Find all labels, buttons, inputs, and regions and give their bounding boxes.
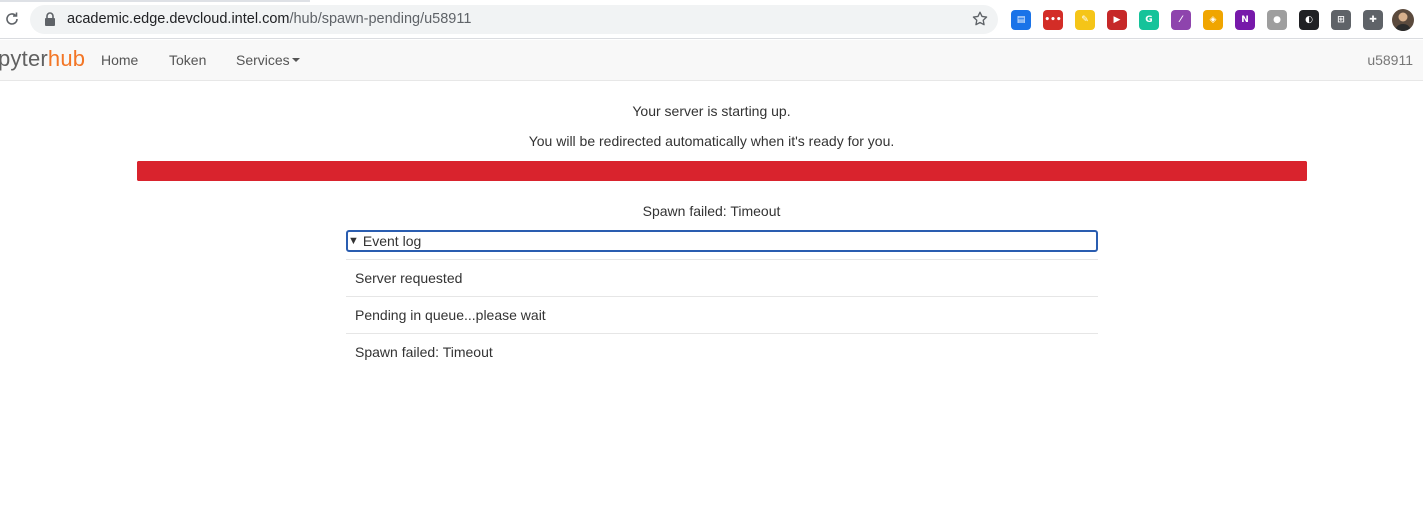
puzzle-extensions-icon[interactable]: ✚ (1363, 10, 1383, 30)
progress-bar (137, 161, 1307, 181)
logo-part-2: hub (47, 46, 86, 71)
caret-down-icon (291, 58, 300, 63)
log-item: Spawn failed: Timeout (346, 333, 1098, 370)
log-item: Server requested (346, 259, 1098, 296)
url-host: academic.edge.devcloud.intel.com (67, 11, 290, 27)
event-log: ▼ Event log Server requested Pending in … (346, 230, 1098, 370)
bookmark-star-icon[interactable] (971, 10, 989, 28)
nav-token-link[interactable]: Token (169, 52, 206, 68)
grammarly-extension-icon[interactable]: G (1139, 10, 1159, 30)
redirect-message: You will be redirected automatically whe… (528, 133, 895, 149)
profile-avatar[interactable] (1392, 9, 1414, 31)
extensions-bar: ▤ ••• ✎ ▶ G ⁄ ◈ N ● ◐ ⊞ ✚ (1011, 9, 1395, 31)
url-text[interactable]: academic.edge.devcloud.intel.com/hub/spa… (67, 11, 471, 28)
logo-part-1: pyter (0, 46, 48, 71)
progress-fill (137, 161, 1307, 181)
grid-extension-icon[interactable]: ⊞ (1331, 10, 1351, 30)
tab-strip (0, 0, 310, 2)
feather-extension-icon[interactable]: ⁄ (1171, 10, 1191, 30)
jupyterhub-navbar: pyterhub Home Token Services u58911 (0, 40, 1423, 81)
yellow-extension-icon[interactable]: ✎ (1075, 10, 1095, 30)
browser-toolbar: academic.edge.devcloud.intel.com/hub/spa… (0, 0, 1423, 39)
nav-home-link[interactable]: Home (101, 52, 138, 68)
starting-message: Your server is starting up. (632, 103, 791, 119)
onenote-extension-icon[interactable]: N (1235, 10, 1255, 30)
url-path: /hub/spawn-pending/u58911 (289, 11, 472, 27)
nav-services-dropdown[interactable]: Services (236, 52, 300, 68)
calendar-extension-icon[interactable]: ▤ (1011, 10, 1031, 30)
lastpass-extension-icon[interactable]: ••• (1043, 10, 1063, 30)
ghost-extension-icon[interactable]: ◐ (1299, 10, 1319, 30)
spawn-failed-message: Spawn failed: Timeout (642, 203, 781, 219)
nav-username[interactable]: u58911 (1367, 52, 1413, 68)
reload-icon[interactable] (2, 9, 22, 29)
shield-extension-icon[interactable]: ◈ (1203, 10, 1223, 30)
event-log-toggle[interactable]: ▼ Event log (346, 230, 1098, 252)
circle-extension-icon[interactable]: ● (1267, 10, 1287, 30)
log-item: Pending in queue...please wait (346, 296, 1098, 333)
address-bar[interactable]: academic.edge.devcloud.intel.com/hub/spa… (30, 5, 998, 34)
nav-services-label: Services (236, 52, 290, 68)
event-log-label: Event log (362, 233, 422, 249)
jupyterhub-logo[interactable]: pyterhub (0, 46, 85, 72)
red-play-extension-icon[interactable]: ▶ (1107, 10, 1127, 30)
triangle-down-icon: ▼ (348, 235, 359, 247)
lock-icon[interactable] (44, 12, 58, 27)
